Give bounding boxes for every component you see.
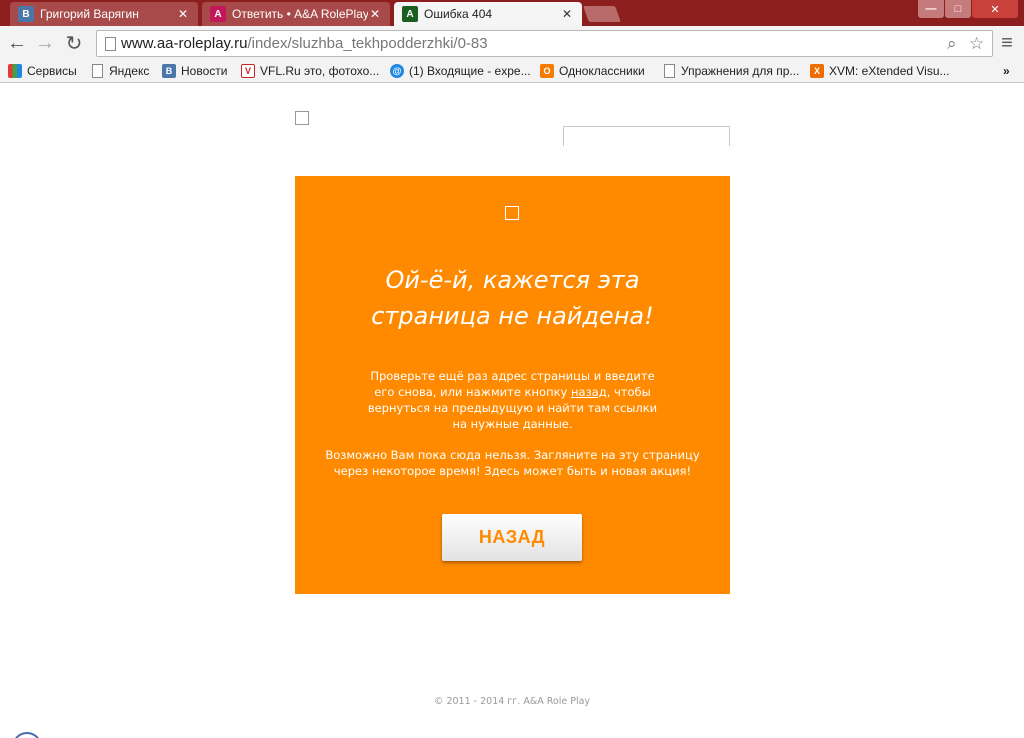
bookmark-label: Сервисы <box>27 64 77 78</box>
bookmark-label: VFL.Ru это, фотохо... <box>260 64 380 78</box>
error-404-panel: Ой-ё-й, кажется эта страница не найдена!… <box>295 176 730 594</box>
bookmark-label: Новости <box>181 64 228 78</box>
bookmark-label: XVM: eXtended Visu... <box>829 64 950 78</box>
page-icon <box>664 64 675 78</box>
broken-image-icon <box>295 111 309 125</box>
error-headline: Ой-ё-й, кажется эта страница не найдена! <box>295 262 730 334</box>
page-icon <box>105 37 116 51</box>
check-address-text: Проверьте ещё раз адрес страницы и введи… <box>367 368 658 432</box>
url-text[interactable]: www.aa-roleplay.ru/index/sluzhba_tekhpod… <box>121 35 488 52</box>
forward-arrow-icon[interactable]: → <box>33 31 57 55</box>
headline-line: страница не найдена! <box>371 302 654 330</box>
tab-title: Ошибка 404 <box>424 7 493 21</box>
back-button[interactable]: НАЗАД <box>442 514 582 561</box>
bookmark-label: (1) Входящие - expe... <box>409 64 531 78</box>
bookmark-label: Упражнения для пр... <box>681 64 800 78</box>
url-domain: www.aa-roleplay.ru <box>121 35 248 52</box>
come-back-later-text: Возможно Вам пока сюда нельзя. Загляните… <box>325 448 700 478</box>
close-tab-icon[interactable]: ✕ <box>560 7 574 21</box>
address-bar[interactable]: www.aa-roleplay.ru/index/sluzhba_tekhpod… <box>96 30 993 57</box>
url-path: /index/sluzhba_tekhpodderzhki/0-83 <box>247 35 488 52</box>
bookmark-label: Яндекс <box>109 64 150 78</box>
bookmarks-overflow-button[interactable]: » <box>1003 62 1010 80</box>
apps-grid-icon <box>8 64 22 78</box>
search-icon[interactable]: ⌕ <box>947 34 957 54</box>
bookmark-inbox[interactable]: @ (1) Входящие - expe... <box>390 62 531 80</box>
a-letter-icon: A <box>402 6 418 22</box>
minimize-button[interactable]: — <box>918 0 944 18</box>
bookmark-exercises[interactable]: Упражнения для пр... <box>664 62 799 80</box>
page-icon <box>92 64 103 78</box>
copyright-footer: © 2011 - 2014 гг. A&A Role Play <box>433 696 591 707</box>
bookmark-star-icon[interactable]: ☆ <box>969 34 984 54</box>
close-tab-icon[interactable]: ✕ <box>368 7 382 21</box>
bookmarks-bar: Сервисы Яндекс B Новости V VFL.Ru это, ф… <box>0 59 1024 83</box>
broken-image-icon <box>505 206 519 220</box>
corner-globe-icon <box>12 732 42 738</box>
headline-line: Ой-ё-й, кажется эта <box>385 266 640 294</box>
close-tab-icon[interactable]: ✕ <box>176 7 190 21</box>
bookmark-vfl[interactable]: V VFL.Ru это, фотохо... <box>241 62 379 80</box>
header-box <box>563 126 730 146</box>
vk-icon: B <box>162 64 176 78</box>
bookmark-news[interactable]: B Новости <box>162 62 227 80</box>
tab-strip: B Григорий Варягин ✕ A Ответить • A&A Ro… <box>0 0 1024 26</box>
bookmark-odnoklassniki[interactable]: О Одноклассники <box>540 62 645 80</box>
vfl-icon: V <box>241 64 255 78</box>
menu-icon[interactable]: ≡ <box>995 31 1019 55</box>
aa-roleplay-icon: A <box>210 6 226 22</box>
tab-title: Григорий Варягин <box>40 7 139 21</box>
xvm-icon: X <box>810 64 824 78</box>
maximize-button[interactable]: □ <box>945 0 971 18</box>
bookmark-label: Одноклассники <box>559 64 645 78</box>
bookmark-xvm[interactable]: X XVM: eXtended Visu... <box>810 62 950 80</box>
tab-error-404[interactable]: A Ошибка 404 ✕ <box>394 2 582 26</box>
odnoklassniki-icon: О <box>540 64 554 78</box>
mail-at-icon: @ <box>390 64 404 78</box>
close-window-button[interactable]: ✕ <box>972 0 1018 18</box>
tab-title: Ответить • A&A RolePlay <box>232 7 368 21</box>
bookmark-services[interactable]: Сервисы <box>8 62 77 80</box>
bookmark-yandex[interactable]: Яндекс <box>92 62 149 80</box>
back-link[interactable]: назад <box>571 385 607 399</box>
new-tab-button[interactable] <box>583 6 621 22</box>
reload-icon[interactable]: ↻ <box>62 31 86 55</box>
vk-icon: B <box>18 6 34 22</box>
tab-vk-profile[interactable]: B Григорий Варягин ✕ <box>10 2 198 26</box>
tab-reply-aa-roleplay[interactable]: A Ответить • A&A RolePlay ✕ <box>202 2 390 26</box>
back-arrow-icon[interactable]: ← <box>5 31 29 55</box>
